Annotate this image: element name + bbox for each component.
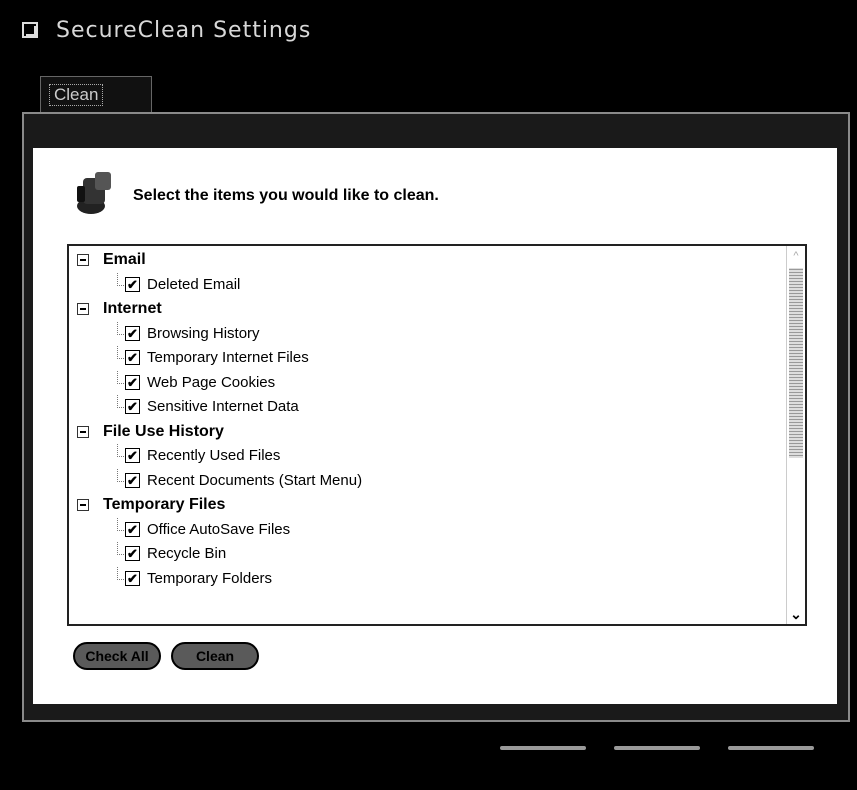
item-label: Temporary Internet Files [147,349,309,366]
window-title: SecureClean Settings [56,18,312,43]
footer-button-3[interactable] [728,746,814,750]
clean-panel: Select the items you would like to clean… [33,148,837,704]
tab-clean-label: Clean [49,84,104,106]
check-all-button[interactable]: Check All [73,642,161,670]
collapse-icon[interactable] [77,254,89,266]
cleaner-icon [77,172,111,214]
item-checkbox[interactable]: ✔ [125,570,140,586]
item-checkbox[interactable]: ✔ [125,399,140,414]
item-label: Deleted Email [147,275,241,293]
vertical-scrollbar[interactable]: ^ ⌄ [786,246,805,624]
item-label: Recently Used Files [147,447,281,464]
item-checkbox[interactable]: ✔ [125,350,140,365]
item-checkbox[interactable]: ✔ [125,472,140,488]
collapse-icon[interactable] [77,499,89,511]
app-window-icon [22,22,38,38]
item-label: Recent Documents (Start Menu) [147,471,363,489]
item-checkbox[interactable]: ✔ [125,276,140,292]
collapse-icon[interactable] [77,303,89,315]
category-label: Temporary Files [103,496,226,513]
item-label: Web Page Cookies [147,373,276,391]
item-label: Browsing History [147,324,260,342]
tab-clean[interactable]: Clean [40,76,152,114]
scroll-up-arrow-icon[interactable]: ^ [787,250,805,264]
footer-button-2[interactable] [614,746,700,750]
category-label: File Use History [103,422,224,440]
item-label: Recycle Bin [147,545,227,562]
scroll-thumb[interactable] [789,268,803,458]
item-checkbox[interactable]: ✔ [125,374,140,390]
item-checkbox[interactable]: ✔ [125,448,140,463]
item-label: Temporary Folders [147,569,273,587]
item-checkbox[interactable]: ✔ [125,546,140,561]
item-checkbox[interactable]: ✔ [125,521,140,537]
category-label: Email [103,251,146,268]
collapse-icon[interactable] [77,425,89,438]
category-label: Internet [103,300,162,317]
item-label: Office AutoSave Files [147,520,291,538]
scroll-down-arrow-icon[interactable]: ⌄ [787,606,805,622]
item-checkbox[interactable]: ✔ [125,325,140,341]
title-bar: SecureClean Settings [0,0,857,66]
instruction-heading: Select the items you would like to clean… [133,187,439,204]
footer-button-1[interactable] [500,746,586,750]
clean-items-list[interactable]: ^ ⌄ Email ✔ Deleted Email Internet ✔ Browsing… [67,244,807,626]
item-label: Sensitive Internet Data [147,398,299,415]
clean-button[interactable]: Clean [171,642,259,670]
